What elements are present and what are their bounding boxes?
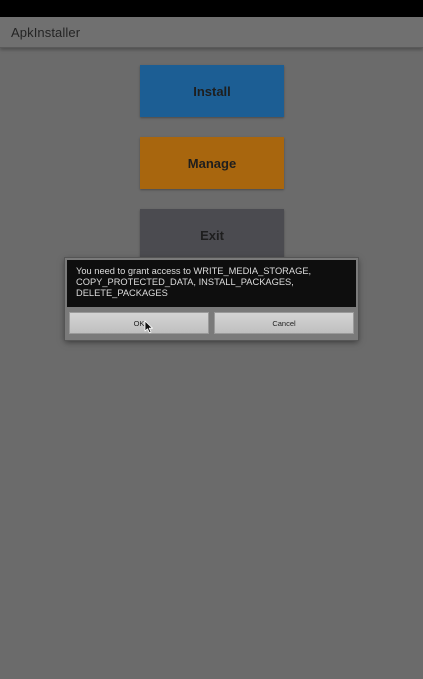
app-screen: ApkInstaller Install Manage Exit You nee…: [0, 0, 423, 679]
manage-button[interactable]: Manage: [140, 137, 284, 189]
app-bar: ApkInstaller: [0, 17, 423, 48]
main-content: Install Manage Exit: [1, 48, 421, 679]
install-button[interactable]: Install: [140, 65, 284, 117]
mouse-cursor-icon: [144, 320, 153, 334]
app-title: ApkInstaller: [11, 25, 81, 40]
ok-button[interactable]: OK: [69, 312, 209, 334]
dialog-message-area: You need to grant access to WRITE_MEDIA_…: [67, 260, 356, 307]
cancel-button[interactable]: Cancel: [214, 312, 354, 334]
permission-dialog: You need to grant access to WRITE_MEDIA_…: [65, 258, 358, 340]
status-bar: [0, 0, 423, 17]
dialog-message: You need to grant access to WRITE_MEDIA_…: [76, 266, 312, 298]
exit-button[interactable]: Exit: [140, 209, 284, 261]
